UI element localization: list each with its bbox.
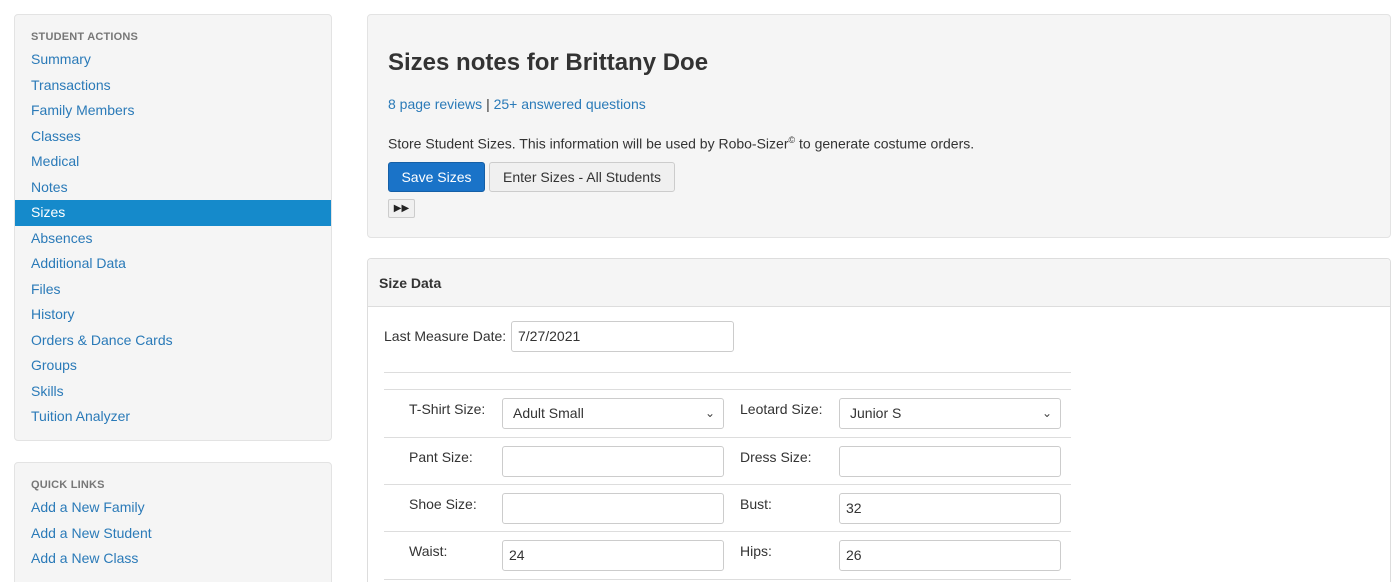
- divider: [384, 579, 1071, 580]
- last-measure-date-input[interactable]: 7/27/2021: [511, 321, 734, 352]
- dress-size-input[interactable]: [839, 446, 1061, 477]
- sidebar-item-additional-data[interactable]: Additional Data: [15, 251, 331, 277]
- save-sizes-button[interactable]: Save Sizes: [388, 162, 485, 192]
- sidebar: STUDENT ACTIONS Summary Transactions Fam…: [14, 14, 332, 582]
- sidebar-item-absences[interactable]: Absences: [15, 226, 331, 252]
- sidebar-item-medical[interactable]: Medical: [15, 149, 331, 175]
- review-links: 8 page reviews | 25+ answered questions: [388, 96, 646, 112]
- page-title: Sizes notes for Brittany Doe: [388, 49, 709, 76]
- pant-size-label: Pant Size:: [409, 449, 473, 465]
- waist-label: Waist:: [409, 543, 448, 559]
- pant-size-input[interactable]: [502, 446, 724, 477]
- divider: [384, 372, 1071, 373]
- leotard-size-select[interactable]: Junior S ⌄: [839, 398, 1061, 429]
- sidebar-item-orders-dance-cards[interactable]: Orders & Dance Cards: [15, 328, 331, 354]
- quick-links-panel: QUICK LINKS Add a New Family Add a New S…: [14, 462, 332, 582]
- size-data-title: Size Data: [368, 259, 1390, 307]
- tshirt-size-label: T-Shirt Size:: [409, 401, 486, 417]
- sidebar-item-classes[interactable]: Classes: [15, 124, 331, 150]
- last-measure-date-label: Last Measure Date:: [384, 328, 507, 344]
- divider: [384, 437, 1071, 438]
- quick-link-add-family[interactable]: Add a New Family: [15, 495, 331, 521]
- enter-sizes-all-students-button[interactable]: Enter Sizes - All Students: [489, 162, 675, 192]
- sidebar-item-history[interactable]: History: [15, 302, 331, 328]
- tshirt-size-select[interactable]: Adult Small ⌄: [502, 398, 724, 429]
- fast-forward-button[interactable]: ▶▶: [388, 199, 415, 218]
- student-actions-panel: STUDENT ACTIONS Summary Transactions Fam…: [14, 14, 332, 441]
- quick-link-add-student[interactable]: Add a New Student: [15, 521, 331, 547]
- sidebar-item-groups[interactable]: Groups: [15, 353, 331, 379]
- leotard-size-label: Leotard Size:: [740, 401, 823, 417]
- divider: [384, 389, 1071, 390]
- sidebar-item-transactions[interactable]: Transactions: [15, 73, 331, 99]
- bust-input[interactable]: 32: [839, 493, 1061, 524]
- answered-questions-link[interactable]: 25+ answered questions: [494, 96, 646, 112]
- waist-input[interactable]: 24: [502, 540, 724, 571]
- tshirt-size-value: Adult Small: [513, 405, 584, 421]
- dress-size-label: Dress Size:: [740, 449, 812, 465]
- quick-links-header: QUICK LINKS: [31, 479, 105, 491]
- fast-forward-icon: ▶▶: [393, 203, 410, 214]
- sidebar-item-family-members[interactable]: Family Members: [15, 98, 331, 124]
- chevron-down-icon: ⌄: [704, 406, 715, 420]
- sidebar-item-summary[interactable]: Summary: [15, 47, 331, 73]
- sidebar-item-skills[interactable]: Skills: [15, 379, 331, 405]
- divider: [384, 484, 1071, 485]
- leotard-size-value: Junior S: [850, 405, 902, 421]
- description-text-end: to generate costume orders.: [795, 135, 975, 152]
- shoe-size-label: Shoe Size:: [409, 496, 477, 512]
- page-reviews-link[interactable]: 8 page reviews: [388, 96, 482, 112]
- bust-label: Bust:: [740, 496, 772, 512]
- sizes-header-panel: Sizes notes for Brittany Doe 8 page revi…: [367, 14, 1391, 238]
- sidebar-item-sizes[interactable]: Sizes: [15, 200, 331, 226]
- sidebar-item-notes[interactable]: Notes: [15, 175, 331, 201]
- description-text: Store Student Sizes. This information wi…: [388, 135, 789, 152]
- divider: [384, 531, 1071, 532]
- chevron-down-icon: ⌄: [1041, 406, 1052, 420]
- hips-input[interactable]: 26: [839, 540, 1061, 571]
- page-description: Store Student Sizes. This information wi…: [388, 135, 974, 152]
- sidebar-item-tuition-analyzer[interactable]: Tuition Analyzer: [15, 404, 331, 430]
- hips-label: Hips:: [740, 543, 772, 559]
- sidebar-item-files[interactable]: Files: [15, 277, 331, 303]
- shoe-size-input[interactable]: [502, 493, 724, 524]
- student-actions-header: STUDENT ACTIONS: [31, 31, 139, 43]
- quick-link-add-class[interactable]: Add a New Class: [15, 546, 331, 572]
- review-separator: |: [486, 96, 490, 112]
- size-data-panel: Size Data Last Measure Date: 7/27/2021 T…: [367, 258, 1391, 582]
